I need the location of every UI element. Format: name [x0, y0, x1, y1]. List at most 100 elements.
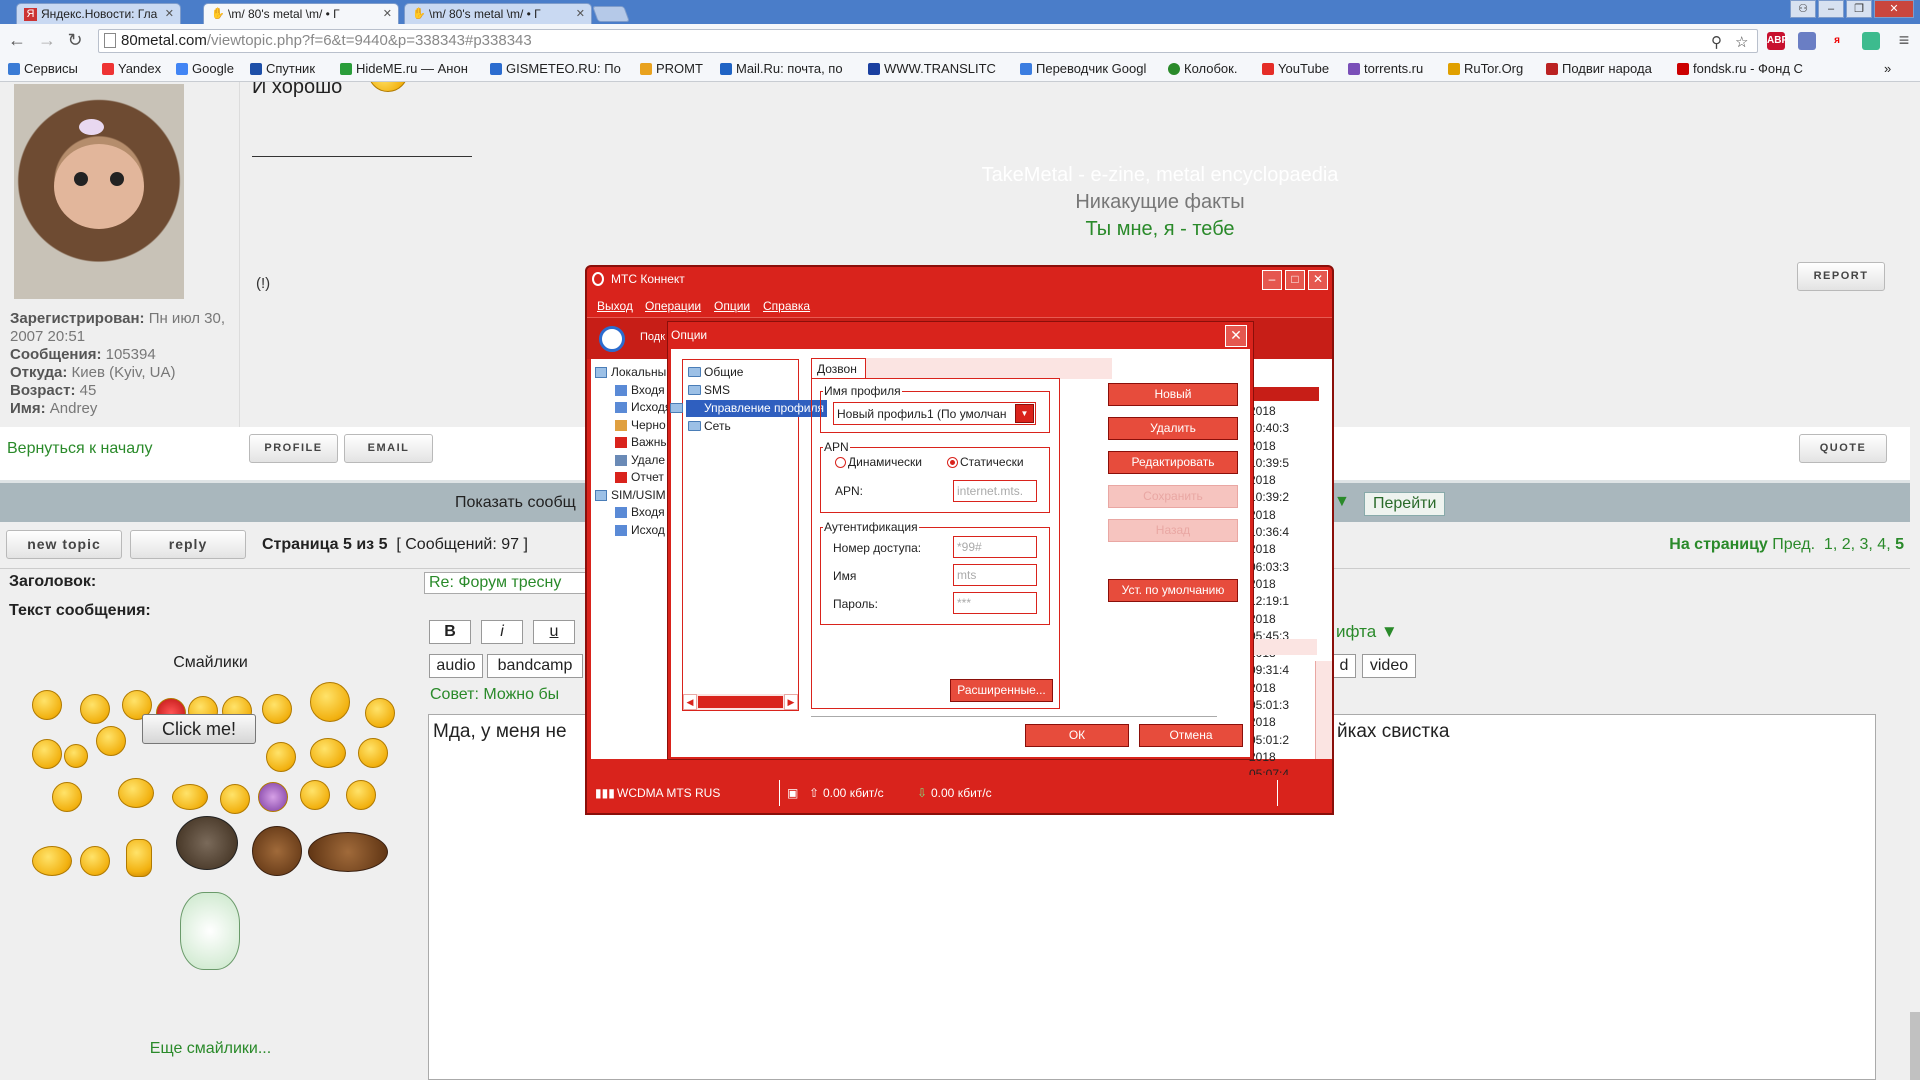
- smiley-icon[interactable]: [32, 739, 62, 769]
- bookmark-hideme[interactable]: HideME.ru — Анон: [340, 61, 468, 76]
- smiley-icon[interactable]: [220, 784, 250, 814]
- bookmark-translit[interactable]: WWW.TRANSLITC: [868, 61, 996, 76]
- star-icon[interactable]: ☆: [1735, 33, 1748, 51]
- italic-button[interactable]: i: [481, 620, 523, 644]
- ok-button[interactable]: ОК: [1025, 724, 1129, 747]
- bookmark-gismeteo[interactable]: GISMETEO.RU: По: [490, 61, 621, 76]
- profile-select[interactable]: Новый профиль1 (По умолчан ▼: [833, 402, 1036, 425]
- new-tab-button[interactable]: [592, 6, 630, 22]
- apn-static-radio[interactable]: [947, 457, 958, 468]
- location-extension-icon[interactable]: [1862, 32, 1880, 50]
- menu-options[interactable]: Опции: [714, 299, 750, 313]
- back-button[interactable]: Назад: [1108, 519, 1238, 542]
- maximize-icon[interactable]: □: [1285, 270, 1305, 290]
- chevron-down-icon[interactable]: ▼: [1334, 493, 1350, 511]
- edit-profile-button[interactable]: Редактировать: [1108, 451, 1238, 474]
- smiley-icon[interactable]: [346, 780, 376, 810]
- options-tree-general[interactable]: Общие: [686, 364, 746, 381]
- tree-item-outbox[interactable]: Исходя: [593, 400, 671, 418]
- apn-input[interactable]: internet.mts.: [953, 480, 1037, 502]
- font-size-dropdown[interactable]: ифта ▼: [1336, 622, 1398, 642]
- smiley-icon[interactable]: [32, 846, 72, 876]
- bookmark-yandex[interactable]: Yandex: [102, 61, 161, 76]
- tag-button-d[interactable]: d: [1332, 654, 1356, 678]
- yandex-icon[interactable]: я: [1828, 32, 1846, 50]
- reload-icon[interactable]: ↻: [64, 30, 86, 52]
- bookmark-sputnik[interactable]: Спутник: [250, 61, 315, 76]
- more-smilies-link[interactable]: Еще смайлики...: [0, 1040, 421, 1058]
- smiley-icon[interactable]: [118, 778, 154, 808]
- purple-smiley-icon[interactable]: [258, 782, 288, 812]
- smiley-icon[interactable]: [300, 780, 330, 810]
- page-scrollbar[interactable]: [1910, 82, 1920, 1080]
- prev-page-link[interactable]: Пред.: [1772, 536, 1815, 553]
- bookmark-google[interactable]: Google: [176, 61, 234, 76]
- signature-line-3[interactable]: Ты мне, я - тебе: [860, 216, 1460, 243]
- tree-item-inbox[interactable]: Входя: [593, 383, 671, 401]
- close-icon[interactable]: ✕: [1225, 325, 1247, 347]
- extension-icon[interactable]: [1798, 32, 1816, 50]
- smiley-icon[interactable]: [310, 682, 350, 722]
- new-topic-button[interactable]: new topic: [6, 530, 122, 559]
- password-input[interactable]: ***: [953, 592, 1037, 614]
- access-number-input[interactable]: *99#: [953, 536, 1037, 558]
- page-link-4[interactable]: 4: [1877, 536, 1886, 553]
- page-link-1[interactable]: 1: [1824, 536, 1833, 553]
- profile-button[interactable]: PROFILE: [249, 434, 338, 463]
- tab-dialup[interactable]: Дозвон: [811, 358, 866, 379]
- restore-icon[interactable]: ❐: [1846, 0, 1872, 18]
- vertical-scrollbar[interactable]: [1315, 661, 1332, 759]
- tree-item-reports[interactable]: Отчет: [593, 470, 671, 488]
- bookmark-google-translate[interactable]: Переводчик Googl: [1020, 61, 1146, 76]
- chevron-down-icon[interactable]: ▼: [1015, 404, 1034, 423]
- smiley-icon[interactable]: [80, 694, 110, 724]
- email-button[interactable]: EMAIL: [344, 434, 433, 463]
- quote-button[interactable]: QUOTE: [1799, 434, 1887, 463]
- smiley-icon[interactable]: [262, 694, 292, 724]
- smiley-icon[interactable]: [96, 726, 126, 756]
- bookmark-torrents[interactable]: torrents.ru: [1348, 61, 1423, 76]
- smiley-icon[interactable]: [52, 782, 82, 812]
- menu-help[interactable]: Справка: [763, 299, 810, 313]
- smiley-icon[interactable]: [365, 698, 395, 728]
- back-to-top-link[interactable]: Вернуться к началу: [7, 440, 152, 458]
- tree-item-deleted[interactable]: Удале: [593, 453, 671, 471]
- bookmark-rutor[interactable]: RuTor.Org: [1448, 61, 1523, 76]
- page-link-2[interactable]: 2: [1842, 536, 1851, 553]
- cancel-button[interactable]: Отмена: [1139, 724, 1243, 747]
- address-bar[interactable]: 80metal.com/viewtopic.php?f=6&t=9440&p=3…: [98, 29, 1758, 53]
- options-tree-sms[interactable]: SMS: [686, 382, 733, 399]
- set-default-button[interactable]: Уст. по умолчанию: [1108, 579, 1238, 602]
- bookmark-youtube[interactable]: YouTube: [1262, 61, 1329, 76]
- tree-item-local[interactable]: Локальны: [593, 365, 671, 383]
- tab-close-icon[interactable]: ✕: [165, 7, 174, 20]
- adblock-plus-icon[interactable]: ABP: [1767, 32, 1788, 50]
- arrow-smiley-icon[interactable]: [64, 744, 88, 768]
- bookmark-services[interactable]: Сервисы: [8, 61, 78, 76]
- go-button[interactable]: Перейти: [1364, 492, 1446, 516]
- smiley-icon[interactable]: [172, 784, 208, 810]
- moose-icon[interactable]: [252, 826, 302, 876]
- smiley-icon[interactable]: [310, 738, 346, 768]
- back-icon[interactable]: ←: [6, 30, 28, 52]
- apn-dynamic-radio[interactable]: [835, 457, 846, 468]
- smiley-icon[interactable]: [266, 742, 296, 772]
- close-window-icon[interactable]: ✕: [1874, 0, 1914, 18]
- bookmark-mailru[interactable]: Mail.Ru: почта, по: [720, 61, 843, 76]
- menu-exit[interactable]: Выход: [597, 299, 633, 313]
- tree-item-drafts[interactable]: Черно: [593, 418, 671, 436]
- delete-profile-button[interactable]: Удалить: [1108, 417, 1238, 440]
- smiley-icon[interactable]: [358, 738, 388, 768]
- minimize-icon[interactable]: –: [1818, 0, 1844, 18]
- bookmarks-overflow-icon[interactable]: »: [1884, 61, 1891, 76]
- options-tree-network[interactable]: Сеть: [686, 418, 734, 435]
- profile-icon[interactable]: ⚇: [1790, 0, 1816, 18]
- tree-scrollbar[interactable]: ◀ ▶: [683, 694, 798, 710]
- browser-tab-80metal-active[interactable]: ✋ \m/ 80's metal \m/ • Г ✕: [203, 3, 399, 24]
- menu-icon[interactable]: ≡: [1893, 30, 1915, 52]
- reply-button[interactable]: reply: [130, 530, 246, 559]
- browser-tab-80metal[interactable]: ✋ \m/ 80's metal \m/ • Г ✕: [404, 3, 592, 24]
- menu-operations[interactable]: Операции: [645, 299, 701, 313]
- options-tree-profile-management[interactable]: Управление профиля: [670, 400, 827, 417]
- smiley-icon[interactable]: [126, 839, 152, 877]
